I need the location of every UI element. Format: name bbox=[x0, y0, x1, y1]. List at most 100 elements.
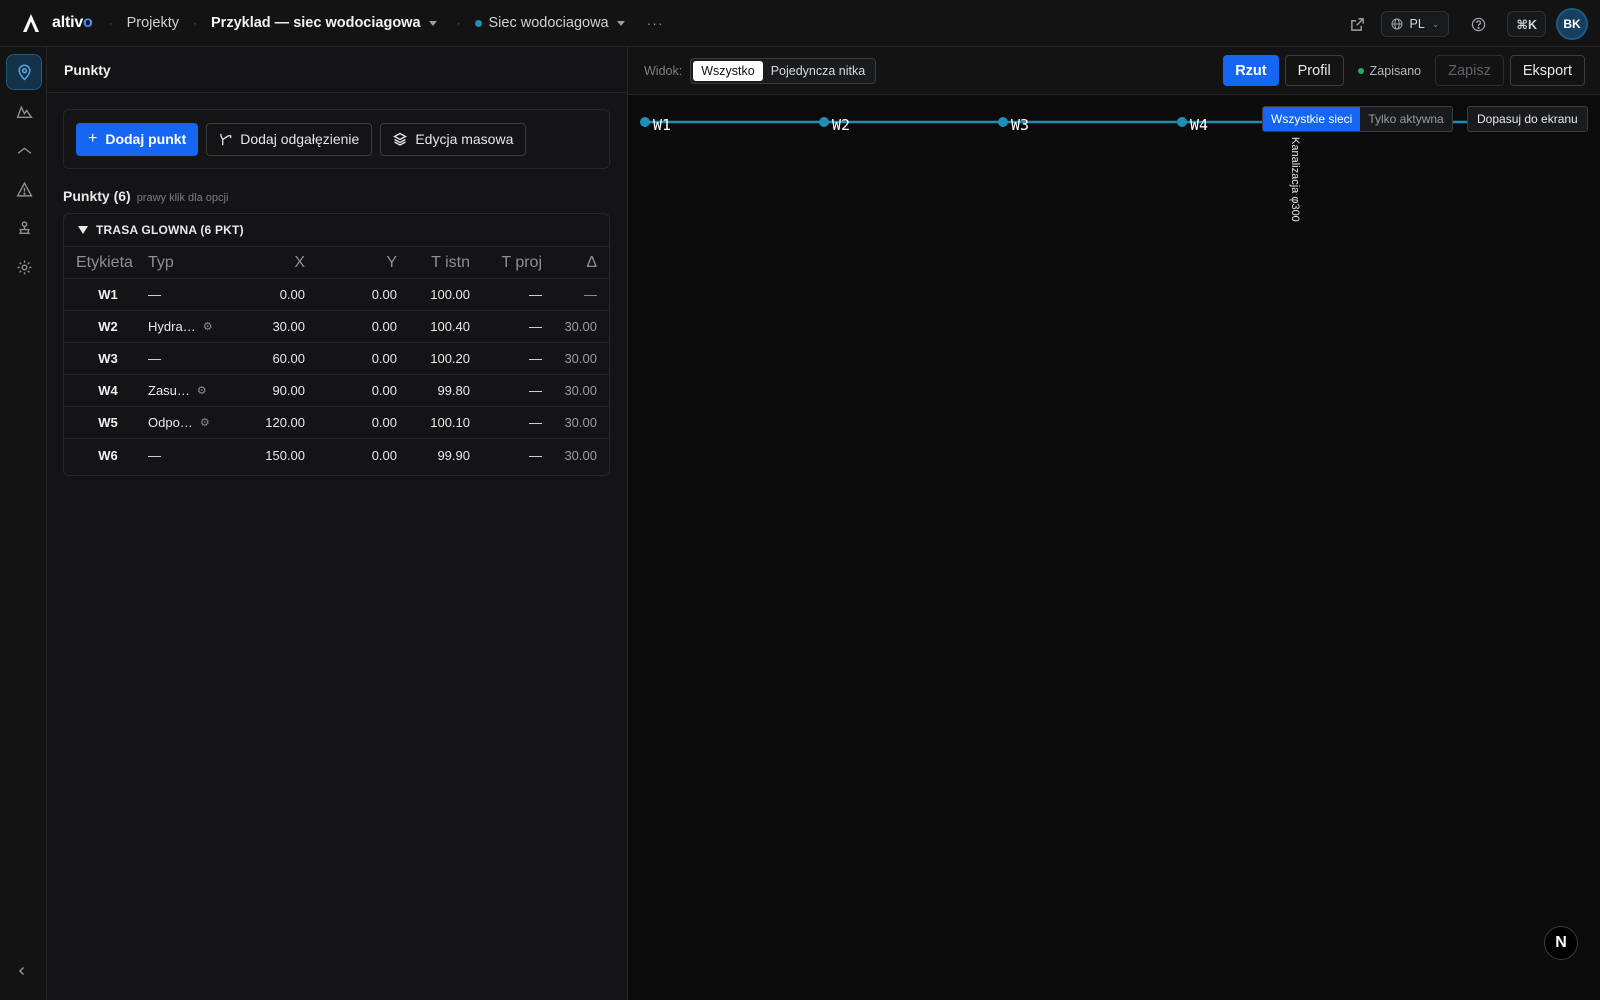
actions-toolbar: + Dodaj punkt Dodaj odgałęzienie Edycja … bbox=[63, 109, 610, 169]
more-menu-button[interactable]: ··· bbox=[647, 15, 664, 31]
help-icon[interactable] bbox=[1463, 9, 1493, 39]
cell-label: W3 bbox=[98, 351, 118, 366]
save-button[interactable]: Zapisz bbox=[1435, 55, 1504, 86]
node-marker[interactable] bbox=[819, 117, 829, 127]
icon-rail bbox=[0, 47, 47, 1000]
column-header-label[interactable]: Etykieta bbox=[76, 247, 140, 278]
node-marker[interactable] bbox=[1177, 117, 1187, 127]
breadcrumb-project[interactable]: Przyklad — siec wodociagowa bbox=[211, 15, 437, 31]
view-label: Widok: bbox=[644, 63, 683, 78]
table-header: Etykieta Typ X Y T istn T proj Δ bbox=[64, 247, 609, 279]
cell-y: 0.00 bbox=[371, 319, 397, 334]
breadcrumb-projects[interactable]: Projekty bbox=[127, 15, 179, 31]
rail-settings-icon[interactable] bbox=[6, 249, 42, 285]
table-row[interactable]: W4 Zasu… ⚙ 90.00 0.00 99.80 — 30.00 bbox=[64, 375, 609, 407]
cell-delta: — bbox=[584, 287, 597, 302]
column-header-x[interactable]: X bbox=[294, 247, 305, 278]
add-branch-button[interactable]: Dodaj odgałęzienie bbox=[206, 122, 373, 156]
brand-mark-icon bbox=[23, 14, 39, 32]
cell-t-istn: 99.90 bbox=[437, 447, 470, 463]
plus-icon: + bbox=[88, 130, 98, 147]
rail-terrain-icon[interactable] bbox=[6, 93, 42, 129]
cell-delta: 30.00 bbox=[564, 383, 597, 398]
cell-type: — bbox=[148, 351, 161, 366]
only-active-option[interactable]: Tylko aktywna bbox=[1360, 107, 1451, 131]
cell-label: W6 bbox=[98, 447, 118, 463]
cell-x: 90.00 bbox=[272, 383, 305, 398]
network-plan-view[interactable]: W1W2W3W4W5W6Kanalizacja φ300 bbox=[628, 95, 1600, 1000]
type-settings-icon[interactable]: ⚙ bbox=[200, 416, 210, 429]
node-label: W1 bbox=[653, 116, 671, 134]
cell-delta: 30.00 bbox=[564, 415, 597, 430]
rail-points-icon[interactable] bbox=[6, 54, 42, 90]
view-all-option[interactable]: Wszystko bbox=[693, 60, 763, 81]
brand-name: altivo bbox=[52, 14, 93, 31]
add-point-label: Dodaj punkt bbox=[105, 131, 187, 147]
cell-x: 60.00 bbox=[272, 351, 305, 366]
cell-type: Zasu… ⚙ bbox=[148, 383, 207, 398]
user-avatar[interactable]: BK bbox=[1556, 8, 1588, 40]
column-header-t-istn[interactable]: T istn bbox=[431, 247, 470, 278]
node-label: W3 bbox=[1011, 116, 1029, 134]
group-header-main-route[interactable]: TRASA GLOWNA (6 PKT) bbox=[64, 214, 609, 247]
table-row[interactable]: W1 — 0.00 0.00 100.00 — — bbox=[64, 279, 609, 311]
column-header-y[interactable]: Y bbox=[386, 247, 397, 278]
fit-to-screen-button[interactable]: Dopasuj do ekranu bbox=[1467, 106, 1588, 132]
cell-type: Odpo… ⚙ bbox=[148, 415, 210, 430]
cell-type: Hydra… ⚙ bbox=[148, 319, 213, 334]
node-marker[interactable] bbox=[998, 117, 1008, 127]
view-single-option[interactable]: Pojedyncza nitka bbox=[763, 61, 874, 81]
cell-t-proj: — bbox=[529, 351, 542, 366]
open-external-icon[interactable] bbox=[1343, 9, 1373, 39]
node-label: W4 bbox=[1190, 116, 1208, 134]
cell-delta: 30.00 bbox=[564, 447, 597, 463]
crossing-pipe-label: Kanalizacja φ300 bbox=[1289, 137, 1301, 222]
all-networks-option[interactable]: Wszystkie sieci bbox=[1263, 107, 1361, 131]
plan-view-button[interactable]: Rzut bbox=[1223, 55, 1279, 86]
add-point-button[interactable]: + Dodaj punkt bbox=[76, 122, 199, 156]
cell-t-proj: — bbox=[529, 287, 542, 302]
collapse-sidebar-icon[interactable] bbox=[16, 964, 28, 982]
cell-t-proj: — bbox=[529, 319, 542, 334]
language-select[interactable]: PL ⌄ bbox=[1380, 11, 1450, 37]
cell-label: W2 bbox=[98, 319, 118, 334]
network-filter-toggle: Wszystkie sieci Tylko aktywna bbox=[1262, 106, 1453, 132]
add-branch-label: Dodaj odgałęzienie bbox=[240, 131, 360, 147]
table-row[interactable]: W2 Hydra… ⚙ 30.00 0.00 100.40 — 30.00 bbox=[64, 311, 609, 343]
rail-network-icon[interactable] bbox=[6, 210, 42, 246]
cell-t-istn: 100.10 bbox=[430, 415, 470, 430]
command-palette-button[interactable]: ⌘K bbox=[1507, 11, 1546, 37]
globe-icon bbox=[1391, 18, 1403, 30]
saved-status-dot bbox=[1357, 67, 1364, 74]
type-settings-icon[interactable]: ⚙ bbox=[203, 320, 213, 333]
view-mode-toggle: Wszystko Pojedyncza nitka bbox=[690, 57, 877, 84]
profile-view-button[interactable]: Profil bbox=[1284, 55, 1344, 86]
table-row[interactable]: W5 Odpo… ⚙ 120.00 0.00 100.10 — 30.00 bbox=[64, 407, 609, 439]
cell-delta: 30.00 bbox=[564, 319, 597, 334]
cell-x: 150.00 bbox=[265, 447, 305, 463]
bulk-edit-label: Edycja masowa bbox=[415, 131, 514, 147]
cell-t-istn: 100.00 bbox=[430, 287, 470, 302]
cell-t-istn: 100.40 bbox=[430, 319, 470, 334]
branch-icon bbox=[220, 133, 232, 145]
save-status: Zapisano bbox=[1357, 64, 1421, 78]
column-header-delta[interactable]: Δ bbox=[586, 247, 597, 278]
bulk-edit-button[interactable]: Edycja masowa bbox=[380, 122, 527, 156]
chevron-down-icon bbox=[616, 20, 625, 26]
cell-y: 0.00 bbox=[371, 351, 397, 366]
rail-profile-icon[interactable] bbox=[6, 132, 42, 168]
type-settings-icon[interactable]: ⚙ bbox=[197, 384, 207, 397]
cell-y: 0.00 bbox=[371, 287, 397, 302]
cell-y: 0.00 bbox=[371, 415, 397, 430]
column-header-t-proj[interactable]: T proj bbox=[501, 247, 542, 278]
brand-logo[interactable]: altivo bbox=[0, 13, 93, 33]
rail-warning-icon[interactable] bbox=[6, 171, 42, 207]
breadcrumb-network[interactable]: Siec wodociagowa bbox=[474, 15, 625, 31]
export-button[interactable]: Eksport bbox=[1509, 55, 1585, 86]
panel-title: Punkty bbox=[47, 47, 627, 93]
table-row[interactable]: W3 — 60.00 0.00 100.20 — 30.00 bbox=[64, 343, 609, 375]
table-row[interactable]: W6 — 150.00 0.00 99.90 — 30.00 bbox=[64, 439, 609, 471]
north-badge[interactable]: N bbox=[1544, 926, 1578, 960]
column-header-type[interactable]: Typ bbox=[148, 247, 230, 278]
node-marker[interactable] bbox=[640, 117, 650, 127]
